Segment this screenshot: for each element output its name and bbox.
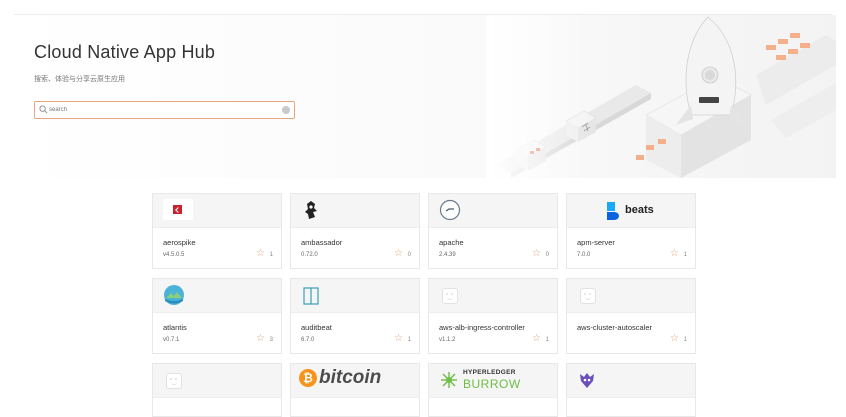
app-card[interactable]: aws-alb-ingress-controller v1.1.2 ☆ 1 (428, 278, 558, 354)
page-title: Cloud Native App Hub (34, 42, 216, 62)
star-count: 3 (269, 337, 273, 343)
star-count: 1 (407, 337, 411, 343)
app-name: auditbeat (301, 323, 332, 332)
burrow-logo-bottom-text: BURROW (463, 377, 521, 391)
search-icon (39, 105, 48, 114)
clear-icon[interactable] (282, 106, 290, 114)
beats-icon (607, 202, 619, 220)
star-count: 1 (683, 252, 687, 258)
star-icon[interactable]: ☆ (532, 334, 541, 344)
placeholder-icon (166, 373, 182, 389)
app-version: 0.72.0 (301, 252, 318, 258)
app-name: ambassador (301, 238, 343, 247)
app-version: 2.4.39 (439, 252, 456, 258)
star-icon[interactable]: ☆ (256, 249, 265, 259)
app-card[interactable]: beats apm-server 7.0.0 ☆ 1 (566, 193, 696, 269)
star-icon[interactable]: ☆ (670, 249, 679, 259)
app-card[interactable]: auditbeat 6.7.0 ☆ 1 (290, 278, 420, 354)
star-icon[interactable]: ☆ (532, 249, 541, 259)
star-icon[interactable]: ☆ (670, 334, 679, 344)
app-version: 7.0.0 (577, 252, 591, 258)
app-card[interactable]: aerospike v4.5.0.5 ☆ 1 (152, 193, 282, 269)
app-logo-area: ₿ bitcoin (291, 364, 419, 398)
placeholder-icon (580, 288, 596, 304)
aerospike-icon (163, 199, 193, 220)
app-logo-area (153, 364, 281, 398)
rocket-factory-illustration (486, 15, 836, 178)
burrow-logo-top-text: HYPERLEDGER (463, 369, 516, 376)
star-count: 0 (407, 252, 411, 258)
bitcoin-logo-text: bitcoin (319, 367, 382, 388)
app-logo-area (429, 279, 557, 313)
star-icon[interactable]: ☆ (394, 249, 403, 259)
app-name: apache (439, 238, 464, 247)
app-logo-area (153, 279, 281, 313)
purple-mascot-icon (580, 373, 594, 388)
auditbeat-icon (303, 287, 319, 305)
ambassador-icon (305, 201, 317, 219)
app-version: 6.7.0 (301, 337, 315, 343)
app-logo-area (567, 364, 695, 398)
app-logo-area (429, 194, 557, 228)
search-input[interactable] (49, 102, 279, 118)
app-name: atlantis (163, 323, 187, 332)
app-logo-area: beats (567, 194, 695, 228)
app-version: v1.1.2 (439, 337, 456, 343)
app-logo-area (291, 279, 419, 313)
app-card[interactable] (566, 363, 696, 417)
app-name: aws-cluster-autoscaler (577, 323, 653, 332)
apache-icon (439, 199, 461, 221)
star-icon[interactable]: ☆ (256, 334, 265, 344)
app-card[interactable] (152, 363, 282, 417)
star-icon[interactable]: ☆ (394, 334, 403, 344)
app-card[interactable]: ₿ bitcoin (290, 363, 420, 417)
app-card[interactable]: apache 2.4.39 ☆ 0 (428, 193, 558, 269)
star-count: 1 (269, 252, 273, 258)
app-name: aws-alb-ingress-controller (439, 323, 525, 332)
app-logo-area (291, 194, 419, 228)
star-count: 1 (545, 337, 549, 343)
app-logo-area (567, 279, 695, 313)
app-card[interactable]: HYPERLEDGER BURROW (428, 363, 558, 417)
atlantis-icon (164, 285, 184, 305)
app-card[interactable]: aws-cluster-autoscaler ☆ 1 (566, 278, 696, 354)
beats-logo-text: beats (625, 204, 654, 216)
star-count: 1 (683, 337, 687, 343)
app-name: apm-server (577, 238, 615, 247)
app-logo-area: HYPERLEDGER BURROW (429, 364, 557, 398)
app-card[interactable]: atlantis v0.7.1 ☆ 3 (152, 278, 282, 354)
star-count: 0 (545, 252, 549, 258)
search-box[interactable] (34, 101, 295, 119)
app-name: aerospike (163, 238, 196, 247)
app-card[interactable]: ambassador 0.72.0 ☆ 0 (290, 193, 420, 269)
app-version: v4.5.0.5 (163, 252, 185, 258)
page-subtitle: 搜索、体验与分享云原生应用 (34, 76, 125, 83)
bitcoin-icon: ₿ (299, 369, 317, 387)
app-version: v0.7.1 (163, 337, 180, 343)
burrow-icon (441, 372, 457, 388)
app-logo-area (153, 194, 281, 228)
placeholder-icon (442, 288, 458, 304)
